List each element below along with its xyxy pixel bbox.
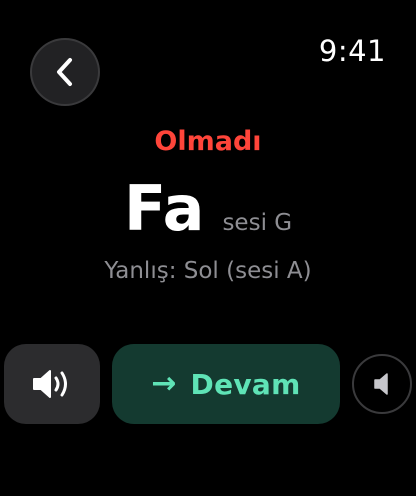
note-display: Fa sesi G xyxy=(0,178,416,240)
wrong-answer-text: Yanlış: Sol (sesi A) xyxy=(104,258,312,284)
note-letter: sesi G xyxy=(222,210,293,236)
arrow-right-icon: → xyxy=(151,366,177,401)
back-button[interactable] xyxy=(30,38,100,106)
continue-button[interactable]: → Devam xyxy=(112,344,340,424)
note-name: Fa xyxy=(123,172,205,245)
status-time: 9:41 xyxy=(318,34,386,68)
volume-button[interactable] xyxy=(352,354,412,414)
speaker-wave-icon xyxy=(33,370,67,398)
continue-label: Devam xyxy=(190,367,301,401)
play-sound-button[interactable] xyxy=(4,344,100,424)
result-label: Olmadı xyxy=(154,126,262,157)
chevron-left-icon xyxy=(57,58,72,86)
speaker-icon xyxy=(374,373,388,395)
